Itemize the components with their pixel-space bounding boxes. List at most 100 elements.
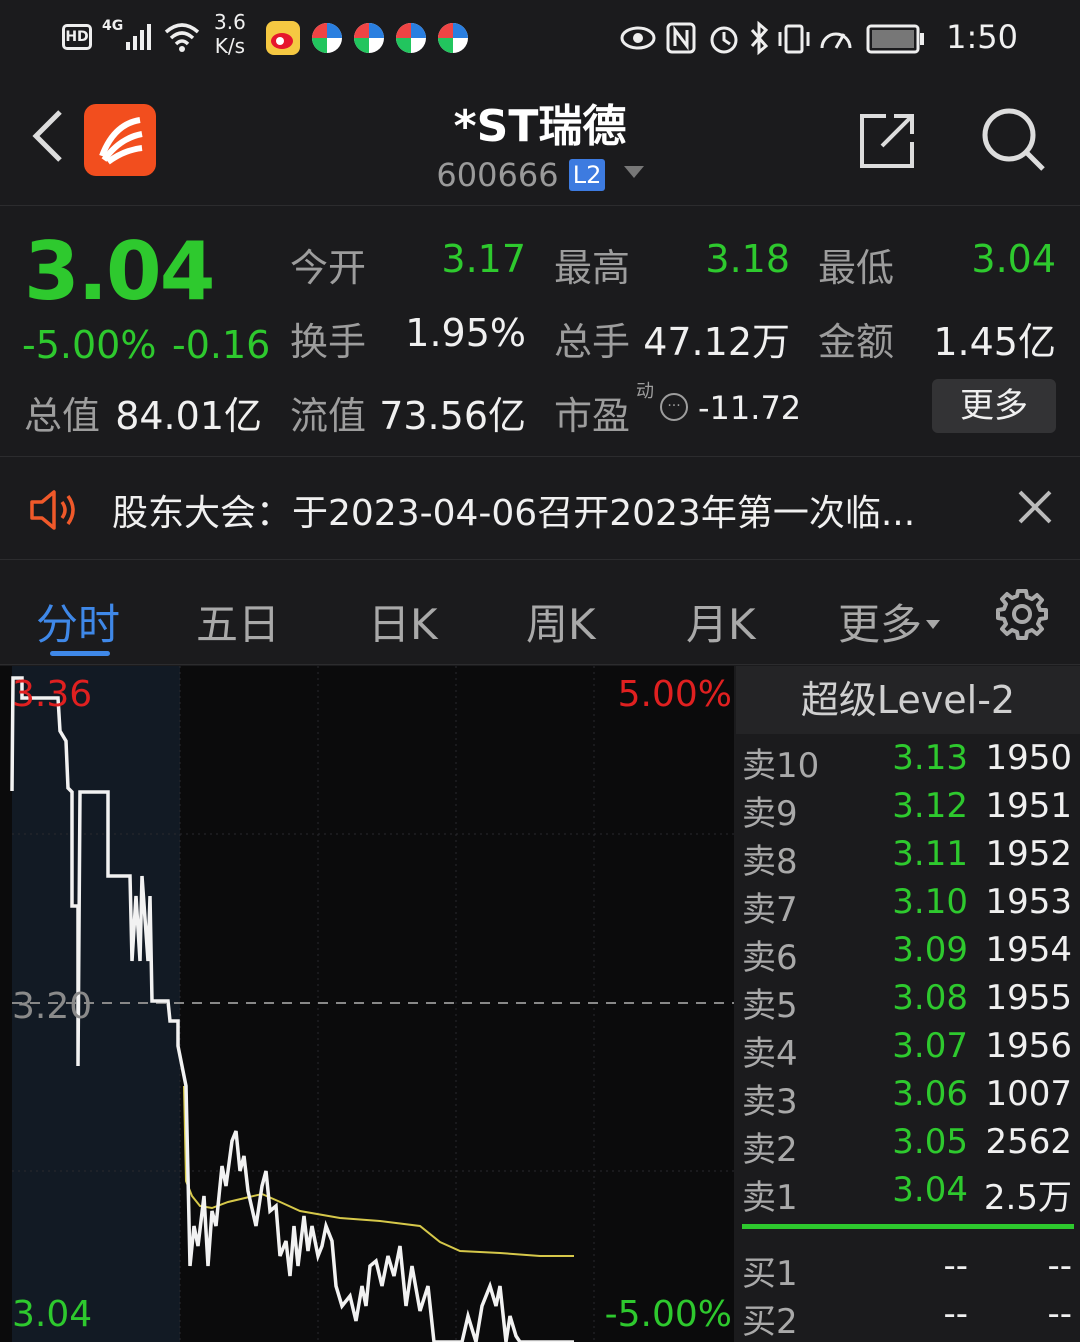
ask-row: 卖2 3.05 2562 [736, 1122, 1080, 1170]
float-cap-value: 73.56亿 [379, 394, 526, 438]
amount-label: 金额 [818, 320, 895, 364]
ask-volume: 1007 [985, 1074, 1072, 1114]
ask-price: 3.06 [892, 1074, 968, 1114]
chart-bottom-pct: -5.00% [604, 1294, 732, 1335]
tab-more[interactable]: 更多 [838, 591, 941, 652]
current-price: 3.04 [24, 225, 215, 318]
open-label: 今开 [290, 246, 367, 290]
ask-row: 卖8 3.11 1952 [736, 834, 1080, 882]
dropdown-caret-icon [926, 620, 941, 629]
ask-volume: 1951 [985, 786, 1072, 826]
search-icon[interactable] [980, 106, 1046, 172]
ask-price: 3.05 [892, 1122, 968, 1162]
active-tab-indicator [50, 651, 110, 656]
ask-row: 卖5 3.08 1955 [736, 978, 1080, 1026]
ask-row: 卖10 3.13 1950 [736, 738, 1080, 786]
ask-price: 3.09 [892, 930, 968, 970]
ask-label: 卖9 [742, 794, 798, 834]
pe-label: 市盈 [554, 394, 631, 438]
app-notification-icon [436, 21, 470, 55]
ask-volume: 1953 [985, 882, 1072, 922]
close-icon[interactable] [1016, 488, 1054, 526]
bid-volume: -- [1047, 1246, 1072, 1286]
ask-label: 卖3 [742, 1082, 798, 1122]
ask-label: 卖10 [742, 746, 820, 786]
info-icon[interactable]: ··· [660, 393, 688, 421]
ask-volume: 2562 [985, 1122, 1072, 1162]
wifi-icon [164, 23, 200, 52]
tab-weekly-k[interactable]: 周K [526, 591, 596, 652]
ask-volume: 1954 [985, 930, 1072, 970]
ask-label: 卖4 [742, 1034, 798, 1074]
ask-label: 卖6 [742, 938, 798, 978]
change-amount: -0.16 [172, 323, 271, 367]
app-notification-icon [310, 21, 344, 55]
announcement-text[interactable]: 股东大会：于2023-04-06召开2023年第一次临... [112, 484, 915, 536]
weibo-icon [266, 21, 300, 55]
order-book-title[interactable]: 超级Level-2 [736, 666, 1080, 734]
stock-code: 600666 [436, 156, 559, 194]
high-value: 3.18 [705, 237, 790, 281]
chart-mid-price: 3.20 [12, 986, 93, 1027]
clock: 1:50 [946, 18, 1018, 56]
total-cap-label: 总值 [24, 394, 101, 438]
dropdown-caret-icon [623, 166, 644, 178]
low-label: 最低 [818, 246, 895, 290]
ask-price: 3.12 [892, 786, 968, 826]
pe-dynamic-tag: 动 [636, 381, 654, 402]
pe-value: -11.72 [698, 389, 802, 427]
ask-row: 卖3 3.06 1007 [736, 1074, 1080, 1122]
ask-label: 卖5 [742, 986, 798, 1026]
ask-price: 3.07 [892, 1026, 968, 1066]
float-cap-label: 流值 [290, 394, 367, 438]
ask-price: 3.13 [892, 738, 968, 778]
bid-row: 买2 -- -- [736, 1294, 1080, 1342]
gear-icon[interactable] [996, 588, 1048, 640]
ask-row: 卖9 3.12 1951 [736, 786, 1080, 834]
volume-value: 47.12万 [643, 320, 790, 364]
share-icon[interactable] [856, 110, 918, 172]
ask-volume: 1952 [985, 834, 1072, 874]
chart-period-tabs: 分时 五日 日K 周K 月K 更多 [0, 561, 1080, 665]
tab-intraday[interactable]: 分时 [36, 591, 120, 652]
chart-top-price: 3.36 [12, 674, 93, 715]
total-cap-value: 84.01亿 [115, 394, 262, 438]
bid-label: 买2 [742, 1302, 798, 1342]
ask-label: 卖8 [742, 842, 798, 882]
tab-five-day[interactable]: 五日 [196, 591, 280, 652]
change-percent: -5.00% [22, 323, 157, 367]
ask-label: 卖2 [742, 1130, 798, 1170]
bid-price: -- [943, 1294, 968, 1334]
turnover-value: 1.95% [405, 311, 526, 355]
open-value: 3.17 [441, 237, 526, 281]
high-label: 最高 [554, 246, 631, 290]
ask-volume: 2.5万 [983, 1178, 1072, 1218]
stock-code-selector[interactable]: 600666 L2 [0, 156, 1080, 194]
ask-volume: 1950 [985, 738, 1072, 778]
ask-bid-divider [742, 1224, 1074, 1229]
app-notification-icon [394, 21, 428, 55]
bid-label: 买1 [742, 1254, 798, 1294]
intraday-chart[interactable]: 3.36 3.20 3.04 5.00% -5.00% [0, 666, 734, 1342]
tab-daily-k[interactable]: 日K [368, 591, 438, 652]
network-speed: 3.6 K/s [214, 10, 246, 58]
tab-monthly-k[interactable]: 月K [686, 591, 756, 652]
ask-row: 卖4 3.07 1956 [736, 1026, 1080, 1074]
chart-top-pct: 5.00% [617, 674, 732, 715]
ask-label: 卖1 [742, 1178, 798, 1218]
stock-name[interactable]: *ST瑞德 [0, 90, 1080, 154]
ask-row: 卖6 3.09 1954 [736, 930, 1080, 978]
tab-more-label: 更多 [838, 600, 923, 649]
chart-bottom-price: 3.04 [12, 1294, 93, 1335]
ask-price: 3.10 [892, 882, 968, 922]
status-bar: HD 4G 3.6 K/s 1:50 [0, 0, 1080, 76]
ask-volume: 1956 [985, 1026, 1072, 1066]
order-book[interactable]: 超级Level-2 卖10 3.13 1950 卖9 3.12 1951 卖8 … [736, 666, 1080, 1342]
bid-volume: -- [1047, 1294, 1072, 1334]
amount-value: 1.45亿 [933, 320, 1056, 364]
turnover-label: 换手 [290, 320, 367, 364]
ask-label: 卖7 [742, 890, 798, 930]
more-quote-button[interactable]: 更多 [932, 379, 1056, 433]
network-type: 4G [102, 18, 124, 34]
announcement-bar[interactable]: 股东大会：于2023-04-06召开2023年第一次临... [0, 458, 1080, 560]
